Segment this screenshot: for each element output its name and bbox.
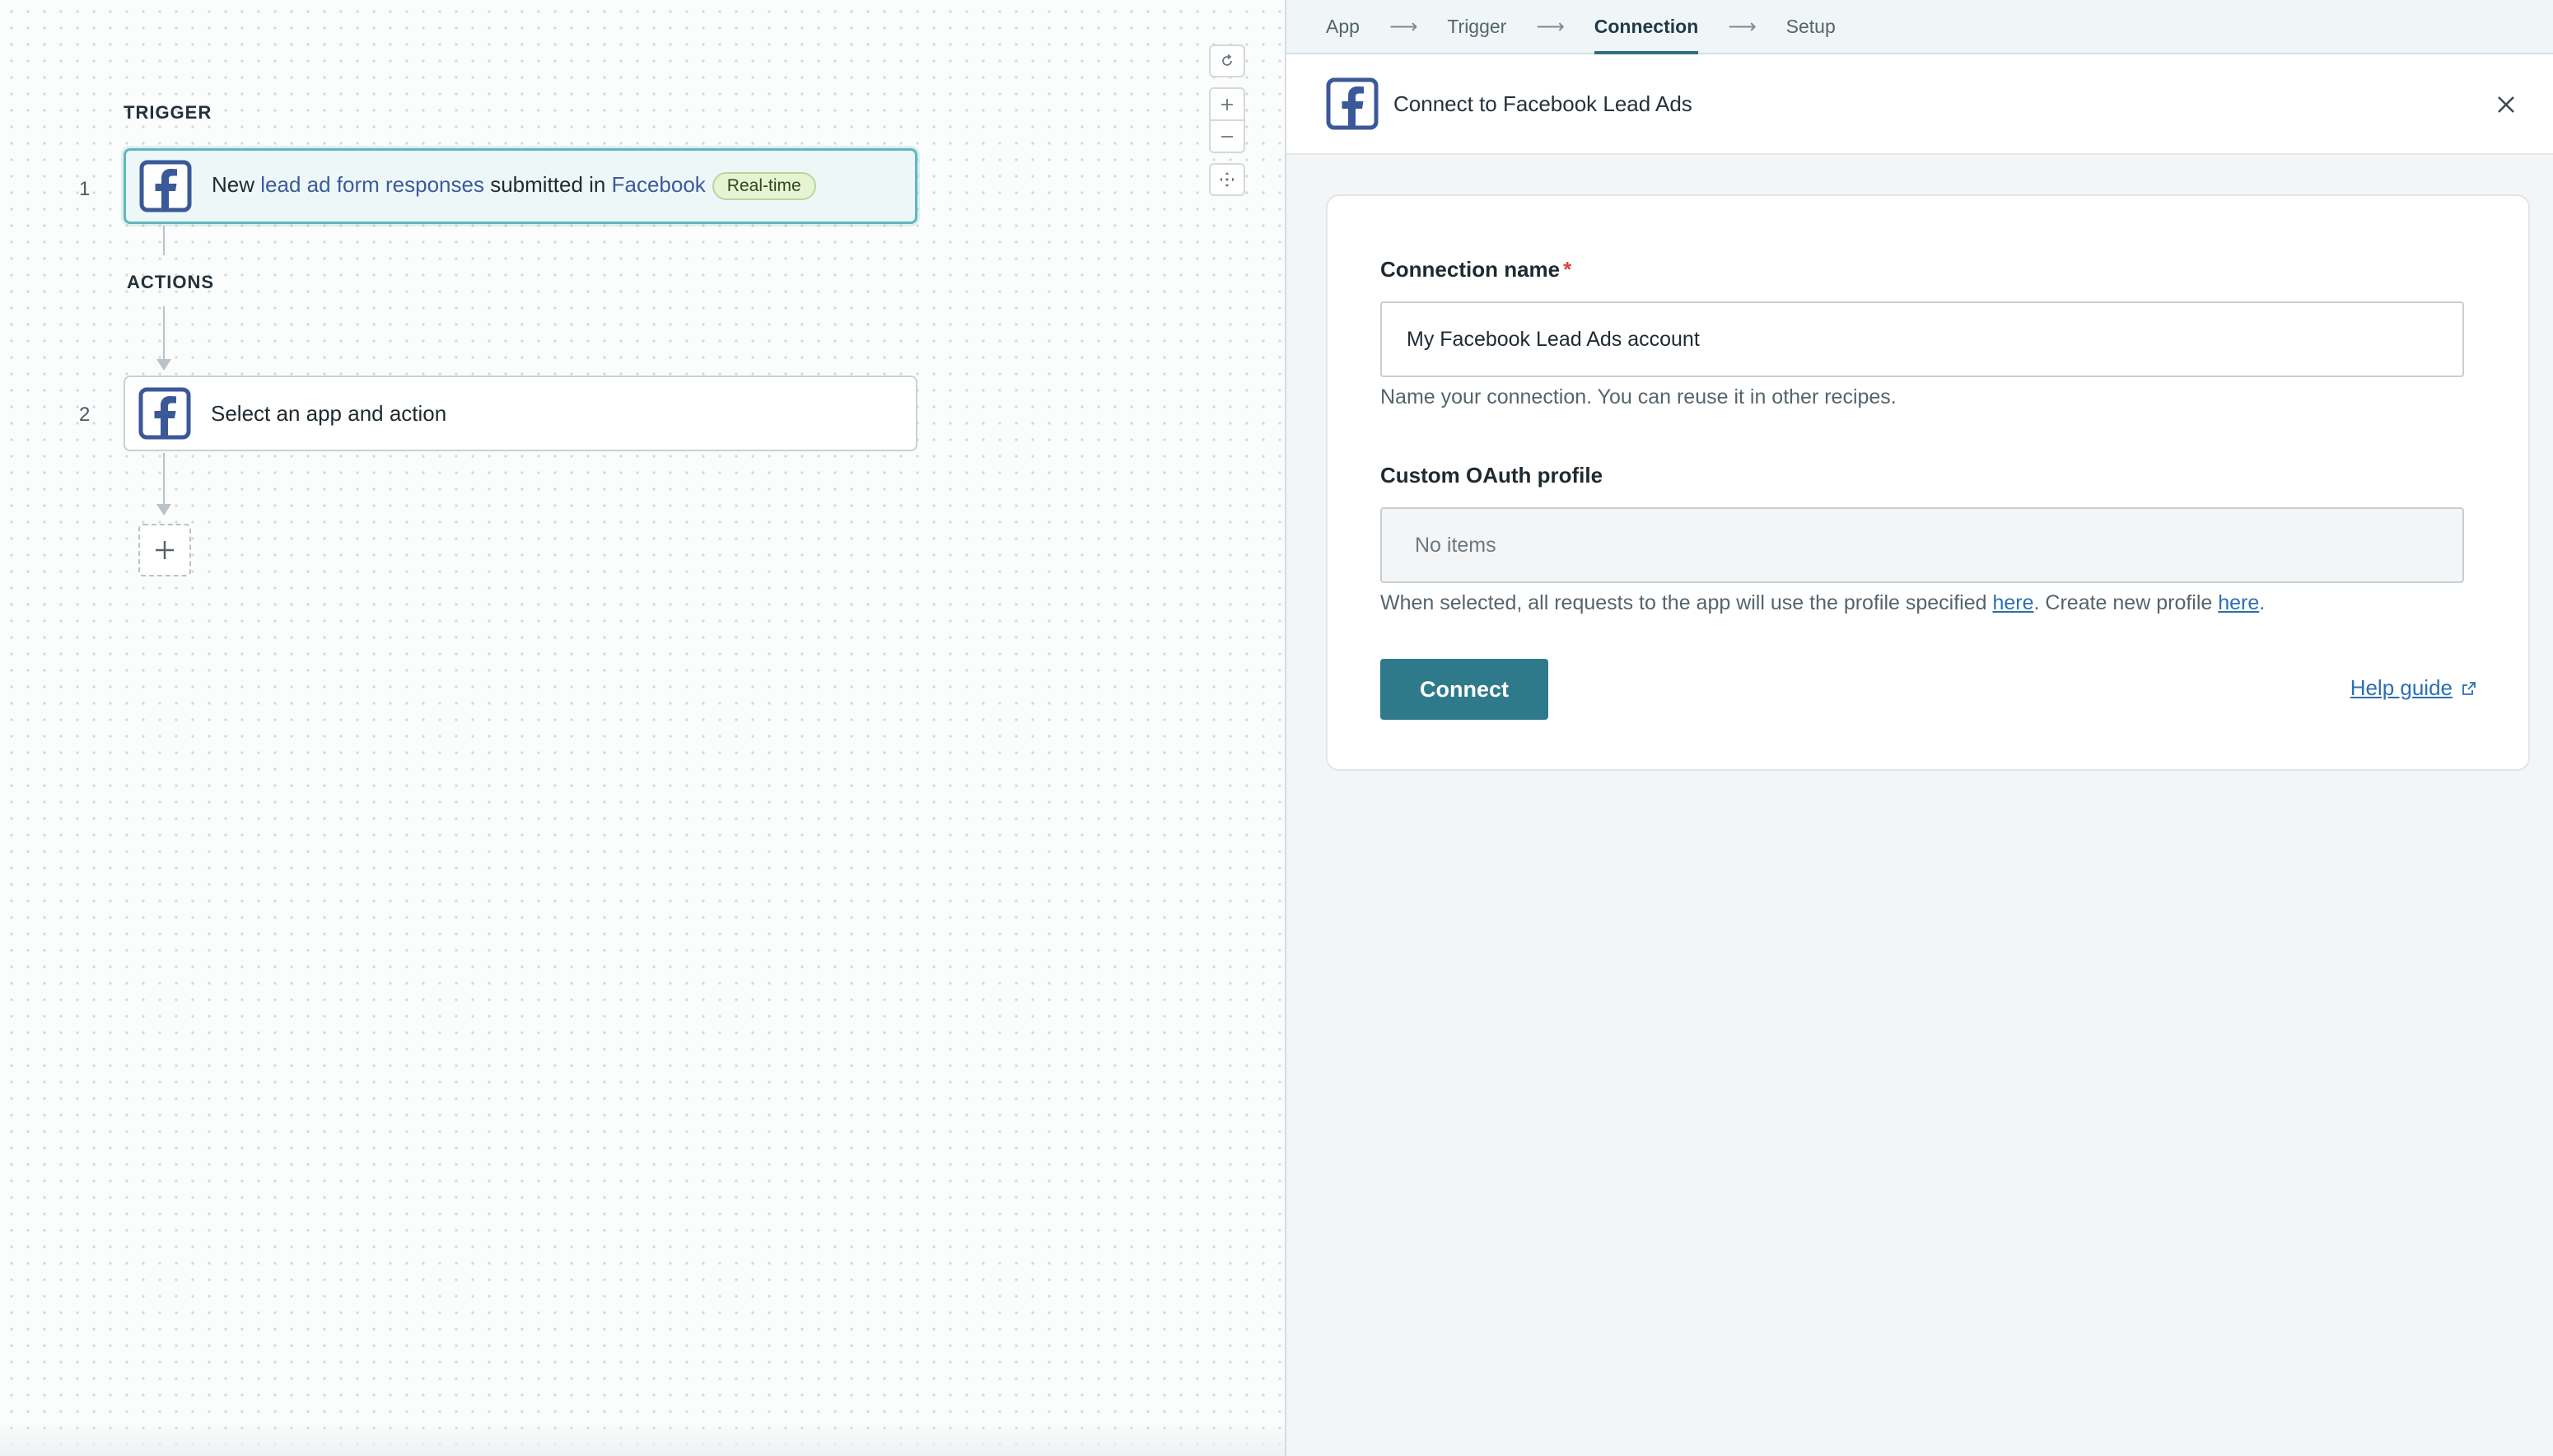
help-guide-link[interactable]: Help guide [2350, 675, 2477, 701]
plus-icon [156, 541, 174, 559]
oauth-profile-select[interactable]: No items [1380, 507, 2464, 583]
trigger-step-card[interactable]: New lead ad form responses submitted in … [124, 148, 917, 224]
actions-section-label: ACTIONS [127, 272, 214, 292]
connect-button[interactable]: Connect [1380, 659, 1548, 720]
connector-line [163, 453, 165, 506]
oauth-profile-value: No items [1415, 533, 1496, 557]
connector-line [163, 226, 165, 255]
arrow-right-icon: ⟶ [1536, 15, 1565, 38]
trigger-object-link[interactable]: lead ad form responses [260, 172, 484, 197]
panel-header: Connect to Facebook Lead Ads [1286, 54, 2553, 155]
facebook-icon [1326, 77, 1379, 130]
zoom-out-icon [1221, 135, 1233, 138]
trigger-section-label: TRIGGER [124, 102, 212, 123]
zoom-controls [1209, 44, 1245, 196]
create-profile-here-link[interactable]: here [2218, 591, 2259, 614]
trigger-app-link[interactable]: Facebook [612, 172, 706, 197]
close-button[interactable] [2492, 91, 2520, 119]
connection-name-label: Connection name * [1380, 257, 1571, 282]
help-guide-label: Help guide [2350, 675, 2453, 700]
connection-name-input[interactable] [1380, 301, 2464, 377]
connector-line [163, 306, 165, 361]
external-link-icon [2462, 681, 2476, 695]
step-number: 1 [79, 178, 91, 200]
trigger-middle: submitted in [483, 171, 612, 197]
facebook-icon [139, 160, 192, 212]
add-step-button[interactable] [138, 524, 191, 576]
arrow-down-icon [156, 359, 171, 371]
canvas-bottom-fade [0, 1423, 1285, 1456]
crumb-app[interactable]: App [1326, 0, 1360, 54]
oauth-profile-label: Custom OAuth profile [1380, 463, 1603, 488]
arrow-right-icon: ⟶ [1728, 15, 1757, 38]
wizard-breadcrumb: App ⟶ Trigger ⟶ Connection ⟶ Setup [1286, 0, 2553, 54]
step-number: 2 [79, 404, 91, 426]
realtime-badge: Real-time [712, 172, 816, 201]
zoom-in-button[interactable] [1209, 87, 1245, 120]
close-icon [2498, 96, 2514, 113]
connection-form: Connection name* Name your connection. Y… [1326, 194, 2530, 771]
zoom-out-button[interactable] [1209, 120, 1245, 153]
arrow-right-icon: ⟶ [1389, 15, 1418, 38]
connection-panel: App ⟶ Trigger ⟶ Connection ⟶ Setup Conne… [1286, 0, 2553, 1456]
action-step-card[interactable]: Select an app and action [124, 376, 917, 451]
oauth-hint-text: . Create new profile [2033, 591, 2219, 614]
trigger-step-text: New lead ad form responses submitted in … [212, 171, 816, 201]
recipe-canvas[interactable]: TRIGGER 1 New lead ad form responses sub… [0, 0, 1285, 1456]
connection-name-label-text: Connection name [1380, 257, 1561, 282]
oauth-hint-text: . [2259, 591, 2266, 614]
action-step-text: Select an app and action [211, 400, 447, 426]
reset-view-button[interactable] [1209, 44, 1245, 77]
crumb-trigger[interactable]: Trigger [1447, 0, 1506, 54]
reset-icon [1222, 54, 1232, 66]
arrow-down-icon [156, 504, 171, 516]
oauth-profile-hint: When selected, all requests to the app w… [1380, 591, 2265, 615]
fit-view-button[interactable] [1209, 163, 1245, 196]
facebook-icon [138, 387, 191, 440]
profile-here-link[interactable]: here [1992, 591, 2033, 614]
panel-title: Connect to Facebook Lead Ads [1393, 91, 1692, 116]
crumb-setup[interactable]: Setup [1786, 0, 1836, 54]
zoom-in-icon [1221, 98, 1233, 110]
trigger-prefix: New [212, 171, 261, 197]
oauth-hint-text: When selected, all requests to the app w… [1380, 591, 1993, 614]
connection-name-hint: Name your connection. You can reuse it i… [1380, 385, 1897, 408]
required-mark: * [1563, 257, 1572, 282]
crumb-connection[interactable]: Connection [1594, 0, 1698, 54]
fit-view-icon [1220, 172, 1234, 187]
